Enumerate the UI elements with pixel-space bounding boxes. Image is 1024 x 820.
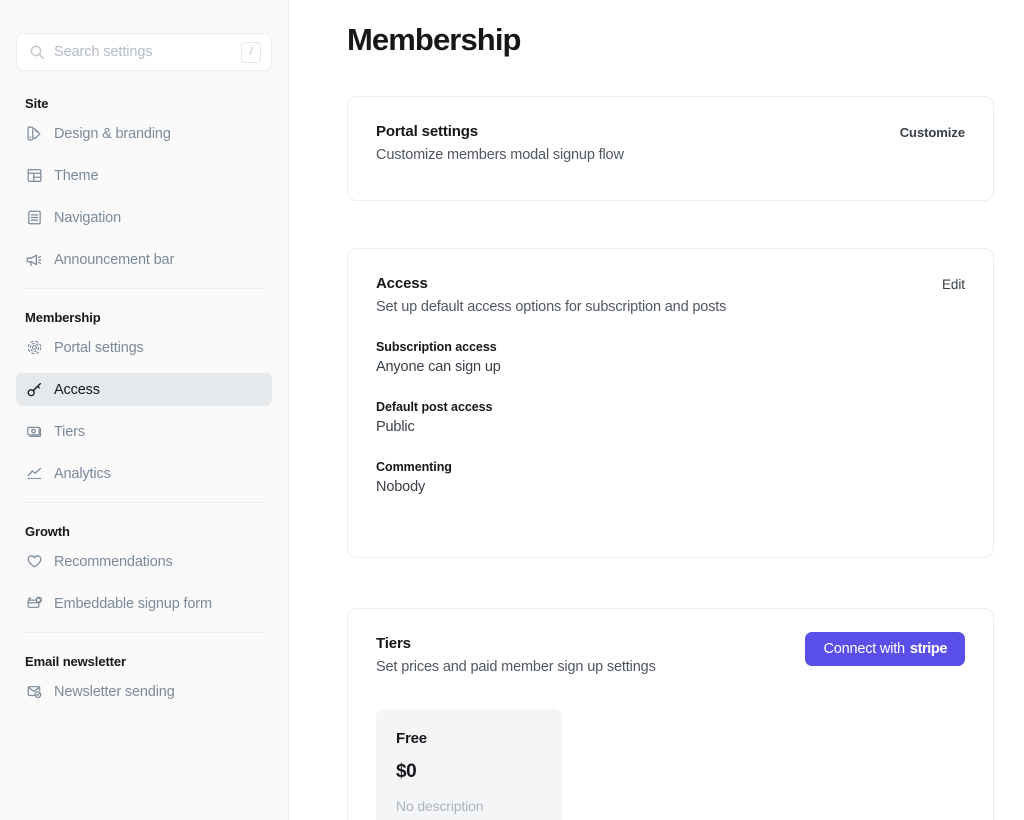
- sidebar-nav-list-site: Design & branding Theme: [16, 117, 272, 276]
- tiers-card: Tiers Set prices and paid member sign up…: [347, 608, 994, 820]
- default-post-access-field: Default post access Public: [376, 400, 965, 435]
- tier-list: Free $0 No description: [376, 709, 965, 820]
- sidebar-item-label: Recommendations: [54, 554, 173, 570]
- tier-description: No description: [396, 798, 542, 814]
- access-card-title: Access: [376, 275, 726, 292]
- search-shortcut-key: /: [241, 42, 261, 63]
- sidebar-item-label: Portal settings: [54, 340, 144, 356]
- sidebar-section-title-growth: Growth: [16, 524, 272, 539]
- design-branding-icon: [25, 125, 43, 143]
- tier-price: $0: [396, 761, 542, 783]
- heart-icon: [25, 553, 43, 571]
- page-title: Membership: [347, 22, 994, 58]
- sidebar-section-title-email-newsletter: Email newsletter: [16, 654, 272, 669]
- sidebar-item-label: Access: [54, 382, 100, 398]
- sidebar-item-label: Announcement bar: [54, 252, 174, 268]
- portal-settings-card: Portal settings Customize members modal …: [347, 96, 994, 201]
- search-icon: [29, 44, 45, 60]
- sidebar-divider: [25, 288, 263, 289]
- theme-icon: [25, 167, 43, 185]
- access-card-description: Set up default access options for subscr…: [376, 299, 726, 315]
- access-key-icon: [25, 381, 43, 399]
- connect-with-stripe-button[interactable]: Connect with stripe: [805, 632, 965, 666]
- field-label: Default post access: [376, 400, 965, 414]
- portal-settings-card-description: Customize members modal signup flow: [376, 147, 624, 163]
- sidebar-group-growth: Growth Recommendations: [16, 524, 272, 620]
- main-content: Membership Portal settings Customize mem…: [289, 0, 1024, 820]
- tier-card-free[interactable]: Free $0 No description: [376, 709, 562, 820]
- sidebar-nav-list-growth: Recommendations Embeddable signup form: [16, 545, 272, 620]
- sidebar-item-label: Embeddable signup form: [54, 596, 212, 612]
- subscription-access-field: Subscription access Anyone can sign up: [376, 340, 965, 375]
- search-input[interactable]: [45, 44, 241, 60]
- sidebar-item-label: Analytics: [54, 466, 111, 482]
- sidebar-item-portal-settings[interactable]: Portal settings: [16, 331, 272, 364]
- customize-button[interactable]: Customize: [900, 123, 965, 140]
- sidebar-item-label: Theme: [54, 168, 98, 184]
- announcement-bar-icon: [25, 251, 43, 269]
- sidebar-nav-list-email-newsletter: Newsletter sending: [16, 675, 272, 708]
- settings-app: / Site Design & branding: [0, 0, 1024, 820]
- sidebar-item-recommendations[interactable]: Recommendations: [16, 545, 272, 578]
- sidebar-item-label: Navigation: [54, 210, 121, 226]
- portal-settings-card-title: Portal settings: [376, 123, 624, 140]
- analytics-chart-icon: [25, 465, 43, 483]
- sidebar-divider: [25, 502, 263, 503]
- edit-button[interactable]: Edit: [942, 275, 965, 292]
- sidebar-item-design-branding[interactable]: Design & branding: [16, 117, 272, 150]
- stripe-brand-label: stripe: [910, 641, 947, 657]
- sidebar-group-email-newsletter: Email newsletter Newsletter sending: [16, 654, 272, 708]
- sidebar-item-label: Tiers: [54, 424, 85, 440]
- sidebar-item-label: Newsletter sending: [54, 684, 175, 700]
- sidebar-item-navigation[interactable]: Navigation: [16, 201, 272, 234]
- sidebar-item-embeddable-signup-form[interactable]: Embeddable signup form: [16, 587, 272, 620]
- field-label: Commenting: [376, 460, 965, 474]
- sidebar-section-title-site: Site: [16, 96, 272, 111]
- sidebar-item-theme[interactable]: Theme: [16, 159, 272, 192]
- sidebar-group-membership: Membership Portal settings: [16, 310, 272, 490]
- field-label: Subscription access: [376, 340, 965, 354]
- tiers-money-icon: [25, 423, 43, 441]
- sidebar-nav-list-membership: Portal settings Access: [16, 331, 272, 490]
- settings-sidebar: / Site Design & branding: [0, 0, 289, 820]
- sidebar-divider: [25, 632, 263, 633]
- tier-name: Free: [396, 730, 542, 747]
- stripe-button-prefix: Connect with: [823, 641, 904, 657]
- portal-settings-icon: [25, 339, 43, 357]
- sidebar-item-announcement-bar[interactable]: Announcement bar: [16, 243, 272, 276]
- field-value: Nobody: [376, 479, 965, 495]
- field-value: Public: [376, 419, 965, 435]
- sidebar-item-newsletter-sending[interactable]: Newsletter sending: [16, 675, 272, 708]
- commenting-field: Commenting Nobody: [376, 460, 965, 495]
- field-value: Anyone can sign up: [376, 359, 965, 375]
- sidebar-group-site: Site Design & branding: [16, 96, 272, 276]
- tiers-card-description: Set prices and paid member sign up setti…: [376, 659, 656, 675]
- access-card: Access Set up default access options for…: [347, 248, 994, 558]
- embed-form-icon: [25, 595, 43, 613]
- sidebar-item-analytics[interactable]: Analytics: [16, 457, 272, 490]
- sidebar-item-tiers[interactable]: Tiers: [16, 415, 272, 448]
- search-settings-box[interactable]: /: [16, 33, 272, 71]
- navigation-icon: [25, 209, 43, 227]
- sidebar-item-label: Design & branding: [54, 126, 171, 142]
- tiers-card-title: Tiers: [376, 635, 656, 652]
- sidebar-item-access[interactable]: Access: [16, 373, 272, 406]
- sidebar-section-title-membership: Membership: [16, 310, 272, 325]
- newsletter-send-icon: [25, 683, 43, 701]
